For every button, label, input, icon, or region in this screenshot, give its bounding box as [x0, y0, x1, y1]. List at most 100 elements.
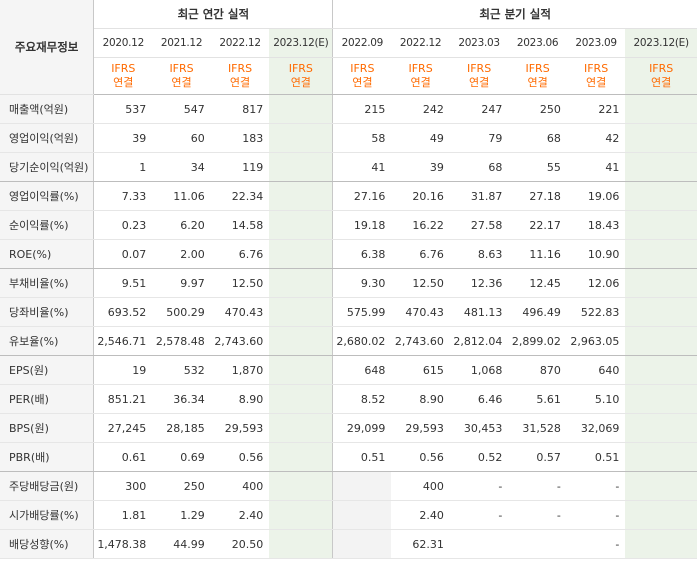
period-header-estimate: 2023.12(E) — [625, 28, 697, 58]
row-label: 영업이익률(%) — [0, 181, 95, 211]
row-label: 유보율(%) — [0, 326, 95, 356]
row-label: 당기순이익(억원) — [0, 152, 95, 182]
value-cell: 1,478.38 — [93, 529, 153, 559]
value-cell: - — [508, 471, 567, 501]
value-cell: 58 — [332, 123, 392, 153]
ifrs-text: IFRS — [408, 62, 433, 75]
value-cell: - — [566, 500, 626, 530]
ifrs-text: IFRS — [111, 62, 136, 75]
value-cell: 22.34 — [210, 181, 270, 211]
value-cell: 183 — [210, 123, 270, 153]
value-cell: 20.50 — [210, 529, 270, 559]
value-cell: 29,593 — [391, 413, 450, 443]
value-cell — [625, 152, 697, 182]
value-cell: - — [449, 471, 509, 501]
value-cell: 7.33 — [93, 181, 153, 211]
value-cell: 8.90 — [210, 384, 270, 414]
value-cell: 27,245 — [93, 413, 153, 443]
value-cell: 119 — [210, 152, 270, 182]
table-row: 영업이익률(%) 7.33 11.06 22.34 27.16 20.16 31.87 27.… — [0, 181, 697, 211]
value-cell: 0.51 — [332, 442, 392, 472]
value-cell: 41 — [332, 152, 392, 182]
value-cell: 496.49 — [508, 297, 567, 327]
value-cell: 0.56 — [210, 442, 270, 472]
value-cell: 8.90 — [391, 384, 450, 414]
value-cell: 1.29 — [152, 500, 211, 530]
table-row: ROE(%) 0.07 2.00 6.76 6.38 6.76 8.63 11.16 10.90 — [0, 239, 697, 269]
value-cell — [625, 94, 697, 124]
value-cell: 0.51 — [566, 442, 626, 472]
table-row: 배당성향(%) 1,478.38 44.99 20.50 62.31 - — [0, 529, 697, 559]
value-cell — [625, 297, 697, 327]
value-cell — [508, 529, 567, 559]
table-row: 당좌비율(%) 693.52 500.29 470.43 575.99 470.43 481… — [0, 297, 697, 327]
row-label: PER(배) — [0, 384, 95, 414]
value-cell — [269, 529, 333, 559]
value-cell: 2.40 — [391, 500, 450, 530]
value-cell: 1,068 — [449, 355, 509, 385]
consolidated-text: 연결 — [352, 76, 373, 89]
ifrs-consolidated-label: IFRS 연결 — [449, 57, 509, 95]
row-label: PBR(배) — [0, 442, 95, 472]
value-cell: 6.76 — [391, 239, 450, 269]
value-cell — [625, 529, 697, 559]
ifrs-consolidated-label: IFRS 연결 — [332, 57, 392, 95]
value-cell: 1.81 — [93, 500, 153, 530]
table-row: 시가배당률(%) 1.81 1.29 2.40 2.40- - - — [0, 500, 697, 530]
value-cell: 14.58 — [210, 210, 270, 240]
value-cell: 0.23 — [93, 210, 153, 240]
table-row: 당기순이익(억원) 1 34 119 41 39 68 55 41 — [0, 152, 697, 182]
ifrs-text: IFRS — [466, 62, 492, 75]
table-row: 순이익률(%) 0.23 6.20 14.58 19.18 16.22 27.58 22.17… — [0, 210, 697, 240]
ifrs-consolidated-label: IFRS 연결 — [152, 57, 211, 95]
row-label: ROE(%) — [0, 239, 95, 269]
value-cell: 481.13 — [449, 297, 509, 327]
ifrs-text: IFRS — [227, 62, 253, 75]
row-label: EPS(원) — [0, 355, 95, 385]
value-cell — [269, 326, 333, 356]
ifrs-consolidated-label: IFRS 연결 — [566, 57, 626, 95]
ifrs-consolidated-label: IFRS 연결 — [269, 57, 333, 95]
row-label: 부채비율(%) — [0, 268, 95, 298]
value-cell: 19 — [93, 355, 153, 385]
value-cell: 2,578.48 — [152, 326, 211, 356]
period-header: 2023.06 — [508, 28, 567, 58]
value-cell — [269, 471, 333, 501]
value-cell: - — [508, 500, 567, 530]
value-cell: 870 — [508, 355, 567, 385]
value-cell: 29,593 — [210, 413, 270, 443]
value-cell — [269, 152, 333, 182]
value-cell: 6.38 — [332, 239, 392, 269]
value-cell: 9.51 — [93, 268, 153, 298]
value-cell: 221 — [566, 94, 626, 124]
consolidated-text: 연결 — [290, 76, 311, 89]
value-cell — [625, 268, 697, 298]
value-cell: 31,528 — [508, 413, 567, 443]
value-cell: 60 — [152, 123, 211, 153]
value-cell: 27.16 — [332, 181, 392, 211]
table-row: PER(배) 851.21 36.34 8.90 8.52 8.90 6.46 5.61 5.1… — [0, 384, 697, 414]
value-cell — [269, 181, 333, 211]
value-cell: 12.36 — [449, 268, 509, 298]
value-cell: 5.10 — [566, 384, 626, 414]
value-cell: 0.69 — [152, 442, 211, 472]
value-cell — [269, 297, 333, 327]
value-cell: 400 — [391, 471, 450, 501]
value-cell — [332, 500, 392, 530]
value-cell: - — [566, 529, 626, 559]
value-cell: 575.99 — [332, 297, 392, 327]
value-cell — [625, 239, 697, 269]
value-cell — [269, 413, 333, 443]
value-cell: 12.45 — [508, 268, 567, 298]
value-cell: 0.61 — [93, 442, 153, 472]
value-cell — [269, 500, 333, 530]
value-cell: 0.52 — [449, 442, 509, 472]
value-cell — [625, 210, 697, 240]
ifrs-text: IFRS — [288, 62, 313, 75]
value-cell: 2,546.71 — [93, 326, 153, 356]
value-cell: 8.63 — [449, 239, 509, 269]
table-row: 매출액(억원) 537 547 817 215 242 247 250 221 — [0, 94, 697, 124]
row-label-header: 주요재무정보 — [0, 0, 95, 95]
value-cell — [625, 355, 697, 385]
value-cell: 400 — [210, 471, 270, 501]
